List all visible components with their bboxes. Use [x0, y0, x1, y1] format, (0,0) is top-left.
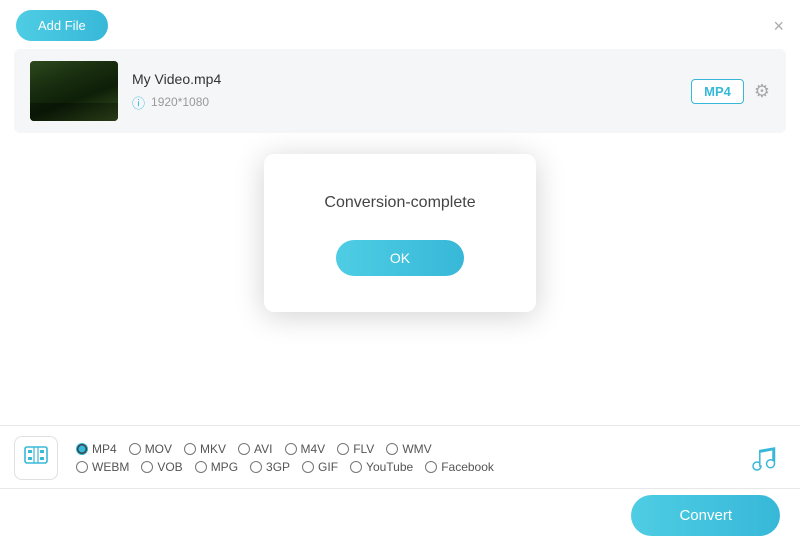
format-option-vob[interactable]: VOB: [135, 458, 188, 476]
format-radio-m4v[interactable]: [285, 443, 297, 455]
format-radio-mpg[interactable]: [195, 461, 207, 473]
format-selector: MP4 MOV MKV AVI M4V FLV WM: [0, 425, 800, 488]
file-meta: ⓘ 1920*1080: [132, 93, 677, 112]
action-bar: Convert: [0, 488, 800, 542]
film-icon: [23, 442, 49, 474]
format-option-3gp[interactable]: 3GP: [244, 458, 296, 476]
add-file-button[interactable]: Add File: [16, 10, 108, 41]
format-video-icon-area: [14, 436, 58, 480]
file-list: My Video.mp4 ⓘ 1920*1080 MP4 ⚙: [14, 49, 786, 133]
format-row-2: WEBM VOB MPG 3GP GIF YouTube: [70, 458, 730, 476]
settings-button[interactable]: ⚙: [754, 81, 770, 102]
middle-area: Conversion-complete OK: [0, 133, 800, 333]
music-icon-area[interactable]: [742, 436, 786, 480]
modal-title: Conversion-complete: [324, 194, 475, 212]
format-option-facebook[interactable]: Facebook: [419, 458, 500, 476]
title-bar: Add File ×: [0, 0, 800, 49]
close-button[interactable]: ×: [773, 17, 784, 35]
file-name: My Video.mp4: [132, 71, 677, 87]
modal-box: Conversion-complete OK: [264, 154, 535, 312]
thumbnail-overlay: [30, 103, 118, 121]
format-badge[interactable]: MP4: [691, 79, 744, 104]
format-option-mpg[interactable]: MPG: [189, 458, 244, 476]
format-radio-gif[interactable]: [302, 461, 314, 473]
format-option-avi[interactable]: AVI: [232, 440, 278, 458]
format-radio-webm[interactable]: [76, 461, 88, 473]
format-radio-3gp[interactable]: [250, 461, 262, 473]
format-radio-facebook[interactable]: [425, 461, 437, 473]
format-radio-mov[interactable]: [129, 443, 141, 455]
format-option-m4v[interactable]: M4V: [279, 440, 332, 458]
format-option-flv[interactable]: FLV: [331, 440, 380, 458]
format-option-youtube[interactable]: YouTube: [344, 458, 419, 476]
format-row-1: MP4 MOV MKV AVI M4V FLV WM: [70, 440, 730, 458]
info-icon: ⓘ: [132, 93, 145, 112]
format-radio-vob[interactable]: [141, 461, 153, 473]
format-option-mkv[interactable]: MKV: [178, 440, 232, 458]
format-option-webm[interactable]: WEBM: [70, 458, 135, 476]
convert-button[interactable]: Convert: [631, 495, 780, 536]
file-actions: MP4 ⚙: [691, 79, 770, 104]
format-options-grid: MP4 MOV MKV AVI M4V FLV WM: [70, 440, 730, 476]
modal-overlay: Conversion-complete OK: [0, 133, 800, 333]
ok-button[interactable]: OK: [336, 240, 464, 276]
thumbnail-image: [30, 61, 118, 121]
format-radio-wmv[interactable]: [386, 443, 398, 455]
file-info: My Video.mp4 ⓘ 1920*1080: [132, 71, 677, 112]
format-radio-flv[interactable]: [337, 443, 349, 455]
format-radio-youtube[interactable]: [350, 461, 362, 473]
format-radio-mkv[interactable]: [184, 443, 196, 455]
format-option-mp4[interactable]: MP4: [70, 440, 123, 458]
file-resolution: 1920*1080: [151, 95, 209, 109]
file-thumbnail: [30, 61, 118, 121]
format-option-wmv[interactable]: WMV: [380, 440, 437, 458]
format-radio-mp4[interactable]: [76, 443, 88, 455]
format-option-mov[interactable]: MOV: [123, 440, 178, 458]
format-radio-avi[interactable]: [238, 443, 250, 455]
main-window: Add File × My Video.mp4 ⓘ 1920*1080 MP4 …: [0, 0, 800, 542]
format-option-gif[interactable]: GIF: [296, 458, 344, 476]
